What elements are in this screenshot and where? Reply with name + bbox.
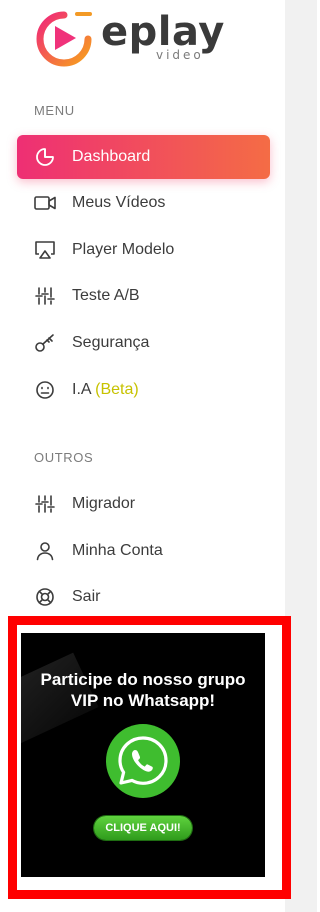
nav-item-sair[interactable]: Sair (17, 575, 270, 619)
sliders-icon (34, 494, 56, 514)
menu-heading: MENU (34, 103, 75, 118)
nav-label-ia: I.A (72, 381, 91, 398)
promo-title-line2: VIP no Whatsapp! (70, 691, 216, 710)
outros-heading: OUTROS (34, 450, 94, 465)
nav-label: Segurança (72, 334, 150, 351)
promo-title: Participe do nosso grupo VIP no Whatsapp… (21, 669, 265, 711)
key-icon (34, 333, 56, 353)
whatsapp-icon (106, 724, 180, 798)
cta-button[interactable]: CLIQUE AQUI! (94, 816, 192, 840)
nav-item-meus-videos[interactable]: Meus Vídeos (17, 181, 270, 225)
nav-label: I.A (Beta) (72, 380, 139, 400)
nav-label: Player Modelo (72, 241, 175, 258)
nav-item-player-modelo[interactable]: Player Modelo (17, 228, 270, 272)
nav-item-migrador[interactable]: Migrador (17, 482, 270, 526)
nav-label: Minha Conta (72, 542, 163, 559)
nav-item-dashboard[interactable]: Dashboard (17, 135, 270, 179)
nav-item-ia[interactable]: I.A (Beta) (17, 368, 270, 412)
smiley-icon (34, 380, 56, 400)
lifebuoy-icon (34, 587, 56, 607)
video-camera-icon (34, 193, 56, 213)
nav-item-minha-conta[interactable]: Minha Conta (17, 529, 270, 573)
user-icon (34, 541, 56, 561)
nav-label: Teste A/B (72, 287, 140, 304)
brand-logo[interactable]: eplay video (33, 9, 243, 67)
sliders-icon (34, 286, 56, 306)
nav-label: Migrador (72, 495, 136, 512)
nav-item-teste-ab[interactable]: Teste A/B (17, 274, 270, 318)
beta-badge: (Beta) (95, 381, 139, 398)
play-logo-icon (36, 11, 92, 67)
nav-label: Dashboard (72, 148, 151, 165)
nav-label: Meus Vídeos (72, 194, 166, 211)
promo-title-line1: Participe do nosso grupo (40, 670, 246, 689)
airplay-icon (34, 240, 56, 260)
nav-item-seguranca[interactable]: Segurança (17, 321, 270, 365)
nav-label: Sair (72, 588, 101, 605)
pie-chart-icon (34, 147, 56, 167)
brand-subtitle: video (156, 48, 204, 62)
whatsapp-promo-banner[interactable]: Participe do nosso grupo VIP no Whatsapp… (21, 633, 265, 877)
